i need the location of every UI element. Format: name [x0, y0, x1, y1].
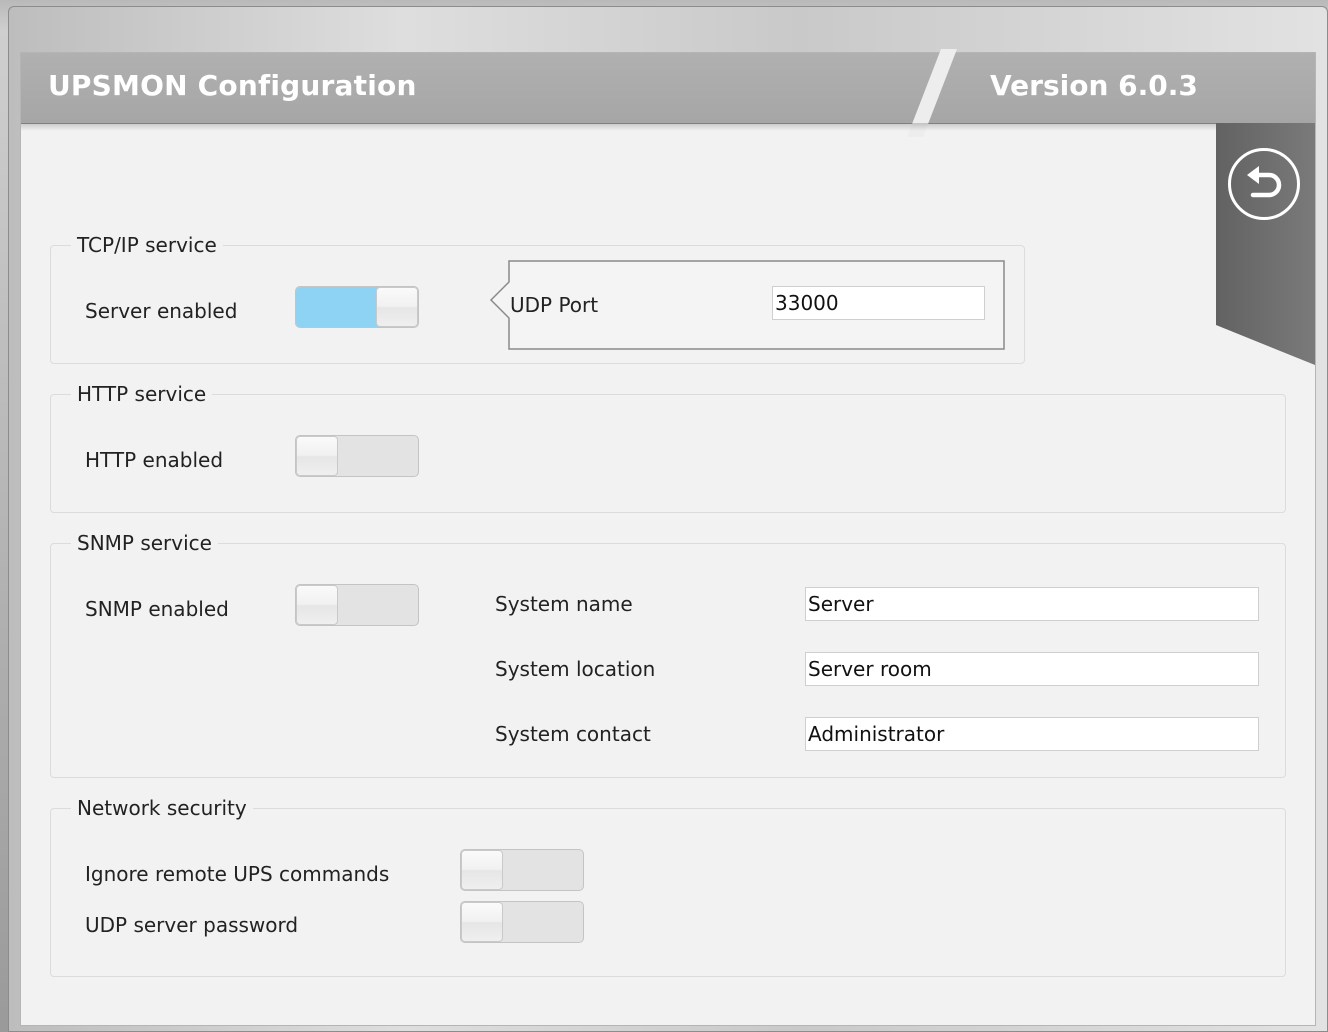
snmp-enabled-label: SNMP enabled: [85, 597, 229, 621]
system-name-label: System name: [495, 592, 633, 616]
back-button[interactable]: [1228, 148, 1300, 220]
ignore-remote-toggle[interactable]: [460, 849, 584, 891]
toggle-knob: [296, 436, 338, 476]
system-name-input[interactable]: [805, 587, 1259, 621]
snmp-legend: SNMP service: [71, 531, 218, 555]
system-location-input[interactable]: [805, 652, 1259, 686]
udp-password-toggle[interactable]: [460, 901, 584, 943]
security-legend: Network security: [71, 796, 253, 820]
http-enabled-label: HTTP enabled: [85, 448, 224, 472]
udp-port-label: UDP Port: [510, 293, 599, 317]
header-bar: UPSMON Configuration Version 6.0.3: [21, 49, 1315, 137]
ignore-remote-label: Ignore remote UPS commands: [85, 862, 390, 886]
snmp-enabled-toggle[interactable]: [295, 584, 419, 626]
page-title: UPSMON Configuration: [48, 69, 417, 102]
udp-password-label: UDP server password: [85, 913, 299, 937]
header-shadow: [21, 123, 1315, 131]
http-group: HTTP service: [50, 382, 1286, 513]
toggle-knob: [376, 287, 418, 327]
toggle-knob: [461, 850, 503, 890]
http-enabled-toggle[interactable]: [295, 435, 419, 477]
system-location-label: System location: [495, 657, 656, 681]
toggle-knob: [461, 902, 503, 942]
server-enabled-label: Server enabled: [85, 299, 238, 323]
toggle-knob: [296, 585, 338, 625]
version-label: Version 6.0.3: [990, 69, 1198, 102]
system-contact-label: System contact: [495, 722, 651, 746]
server-enabled-toggle[interactable]: [295, 286, 419, 328]
udp-port-input[interactable]: [772, 286, 985, 320]
system-contact-input[interactable]: [805, 717, 1259, 751]
toggle-fill: [296, 287, 380, 327]
http-legend: HTTP service: [71, 382, 213, 406]
security-group: Network security: [50, 796, 1286, 977]
config-window: UPSMON Configuration Version 6.0.3 TCP/I…: [20, 49, 1316, 1026]
tcpip-legend: TCP/IP service: [71, 233, 223, 257]
back-arrow-icon: [1247, 166, 1282, 198]
